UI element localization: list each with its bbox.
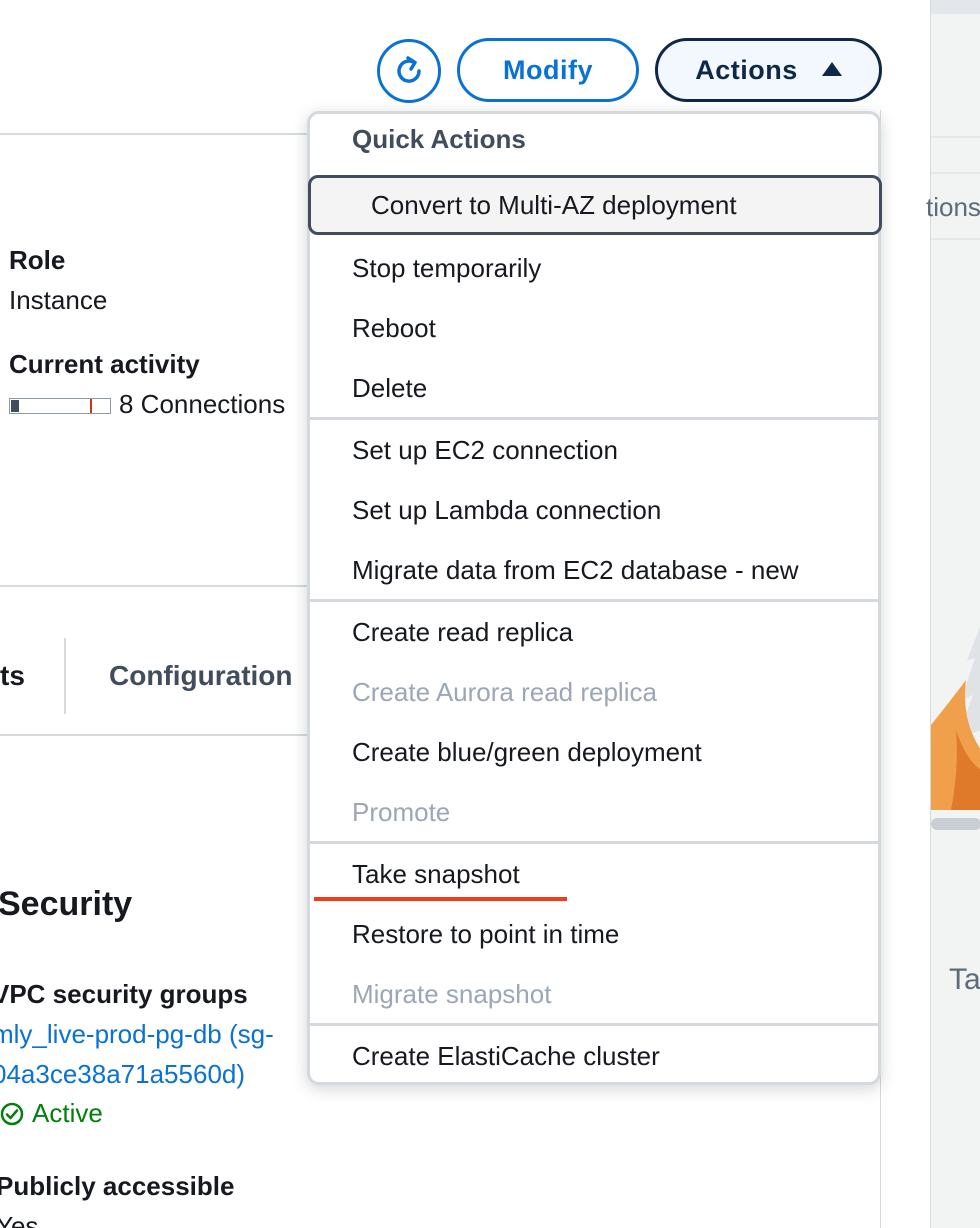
menu-item-label: Create Aurora read replica [352,676,657,707]
menu-item-label: Convert to Multi-AZ deployment [371,189,737,220]
tab-configuration[interactable]: Configuration [109,660,293,692]
security-group-link-cont[interactable]: 04a3ce38a71a5560d) [0,1059,245,1090]
refresh-button[interactable] [377,39,441,103]
connections-meter-threshold [90,399,92,413]
publicly-accessible-label: Publicly accessible [0,1171,235,1201]
menu-item-reboot[interactable]: Reboot [310,298,878,358]
annotation-underline [314,897,567,901]
side-panel-divider [931,136,980,138]
caret-up-icon [821,62,842,76]
check-circle-icon [0,1102,24,1125]
actions-button[interactable]: Actions [655,38,882,102]
security-heading: Security [0,885,133,923]
menu-item-take-snapshot[interactable]: Take snapshot [310,844,878,904]
divider [0,585,320,587]
menu-item-label: Promote [352,796,451,827]
connections-meter-fill [11,400,19,412]
modify-button-label: Modify [503,54,593,85]
menu-item-label: Migrate snapshot [352,978,552,1009]
publicly-accessible-value: Yes [0,1211,39,1228]
current-activity-value: 8 Connections [119,389,286,419]
side-panel: tions Ta [926,0,980,1228]
connections-meter [9,398,111,414]
side-panel-top-band [931,0,980,14]
side-panel-tab[interactable]: tions [926,192,980,223]
menu-item-setup-lambda-connection[interactable]: Set up Lambda connection [310,480,878,540]
modify-button[interactable]: Modify [457,38,639,102]
divider [0,734,320,736]
menu-item-delete[interactable]: Delete [310,358,878,418]
menu-item-convert-multi-az[interactable]: Convert to Multi-AZ deployment [308,175,882,235]
current-activity-label: Current activity [9,349,200,379]
menu-item-label: Create read replica [352,616,574,647]
side-panel-text: Ta [949,963,980,996]
menu-item-create-read-replica[interactable]: Create read replica [310,602,878,662]
menu-item-label: Create blue/green deployment [352,736,702,767]
menu-item-restore-point-in-time[interactable]: Restore to point in time [310,904,878,964]
actions-button-label: Actions [695,54,798,85]
menu-item-migrate-ec2-data[interactable]: Migrate data from EC2 database - new [310,540,878,600]
side-panel-divider [931,172,980,174]
side-panel-divider [931,238,980,240]
refresh-icon [397,56,421,83]
security-group-status: Active [0,1098,103,1129]
menu-section-header: Quick Actions [352,124,526,154]
actions-dropdown-menu: Quick Actions Convert to Multi-AZ deploy… [307,111,882,1086]
menu-item-label: Set up Lambda connection [352,494,662,525]
menu-item-create-blue-green-deployment[interactable]: Create blue/green deployment [310,722,878,782]
menu-item-label: Migrate data from EC2 database - new [352,554,799,585]
tab-partial[interactable]: ts [0,660,25,692]
menu-item-label: Create ElastiCache cluster [352,1040,660,1071]
rds-database-page: tions Ta Modify Actions Role Instance Cu… [0,0,980,1228]
menu-item-label: Take snapshot [352,858,520,889]
status-text: Active [32,1098,103,1128]
menu-item-promote: Promote [310,782,878,842]
menu-item-stop-temporarily[interactable]: Stop temporarily [310,238,878,298]
menu-item-label: Stop temporarily [352,252,542,283]
menu-item-create-aurora-read-replica: Create Aurora read replica [310,662,878,722]
menu-item-migrate-snapshot: Migrate snapshot [310,964,878,1024]
menu-item-label: Restore to point in time [352,918,620,949]
mountain-illustration-icon [931,627,980,830]
role-label: Role [9,245,66,275]
menu-item-label: Set up EC2 connection [352,434,618,465]
menu-item-setup-ec2-connection[interactable]: Set up EC2 connection [310,420,878,480]
vpc-security-groups-label: VPC security groups [0,979,248,1009]
menu-item-label: Reboot [352,312,436,343]
tab-divider [64,638,66,714]
menu-item-create-elasticache-cluster[interactable]: Create ElastiCache cluster [310,1026,878,1086]
divider [0,133,320,135]
security-group-link[interactable]: mly_live-prod-pg-db (sg- [0,1019,274,1050]
menu-item-label: Delete [352,372,428,403]
role-value: Instance [9,285,108,315]
